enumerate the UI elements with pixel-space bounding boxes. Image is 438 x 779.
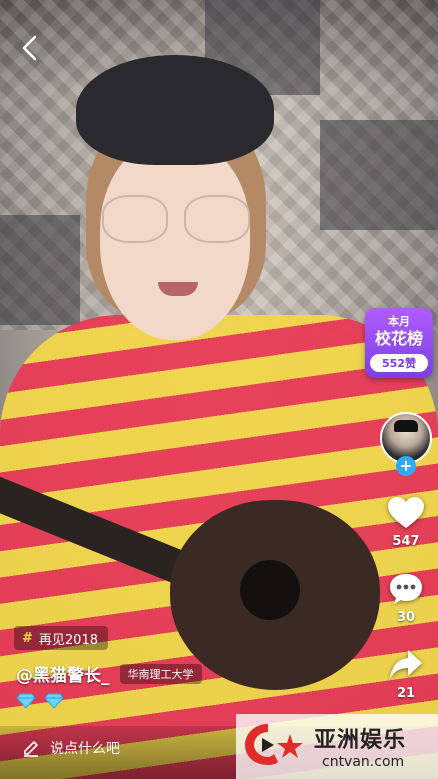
- share-button[interactable]: 21: [380, 648, 432, 701]
- comment-bubble-icon: [390, 574, 422, 604]
- pencil-icon: [24, 741, 38, 757]
- ukulele-soundhole: [240, 560, 300, 620]
- campus-ranking-badge[interactable]: 本月 校花榜 552赞: [365, 308, 433, 378]
- badge-likes: 552赞: [370, 354, 428, 372]
- watermark-logo: [245, 724, 303, 765]
- glasses: [102, 195, 252, 245]
- diamond-badges: [16, 693, 64, 709]
- share-arrow-icon: [390, 650, 422, 679]
- share-count: 21: [396, 686, 416, 701]
- author-row: @黑猫警长_ 华南理工大学: [16, 661, 202, 686]
- hashtag-text: 再见2018: [38, 632, 98, 648]
- creator-avatar-group[interactable]: +: [380, 412, 432, 476]
- hashtag-symbol: #: [22, 630, 33, 646]
- watermark-title: 亚洲娱乐: [314, 728, 407, 753]
- wall-panel: [320, 120, 438, 230]
- chevron-left-icon: [22, 35, 37, 61]
- follow-plus-icon[interactable]: +: [396, 456, 416, 476]
- badge-title: 校花榜: [374, 329, 423, 348]
- comment-placeholder: 说点什么吧: [50, 741, 120, 757]
- watermark-site: cntvan.com: [322, 754, 405, 770]
- back-button[interactable]: [18, 34, 42, 62]
- heart-icon: [388, 497, 424, 528]
- diamond-icon: [16, 693, 36, 709]
- video-screen[interactable]: 本月 校花榜 552赞 + 547 30 21 # 再见2018 @黑猫警长_ …: [0, 0, 438, 779]
- hashtag-chip[interactable]: # 再见2018: [14, 626, 108, 650]
- badge-period: 本月: [388, 315, 410, 328]
- author-handle[interactable]: @黑猫警长_: [16, 661, 110, 686]
- like-button[interactable]: 547: [380, 496, 432, 549]
- diamond-icon: [44, 693, 64, 709]
- like-count: 547: [392, 534, 420, 549]
- comment-button[interactable]: 30: [380, 572, 432, 625]
- comment-input[interactable]: 说点什么吧: [22, 736, 120, 760]
- wall-panel: [0, 215, 80, 325]
- school-tag[interactable]: 华南理工大学: [119, 663, 202, 684]
- beret-hat: [76, 55, 274, 165]
- comment-count: 30: [396, 610, 416, 625]
- site-watermark: 亚洲娱乐 cntvan.com: [236, 714, 438, 779]
